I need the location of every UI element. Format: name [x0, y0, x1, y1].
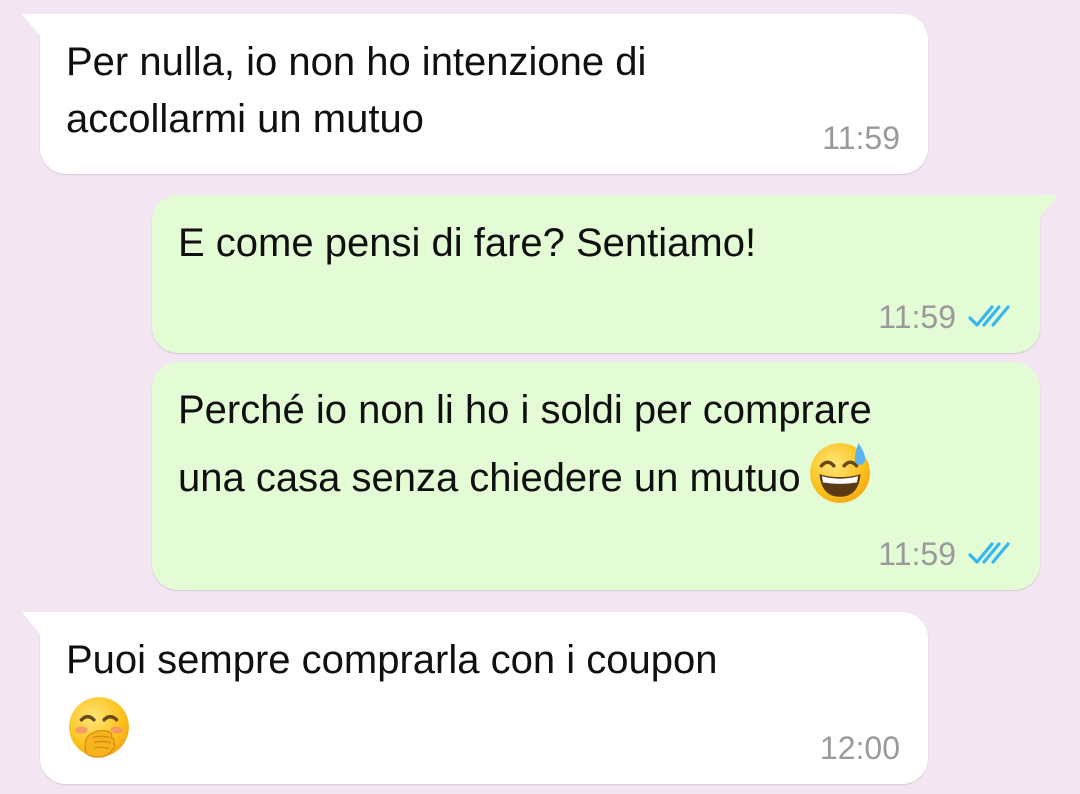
message-text: Puoi sempre comprarla con i coupon: [66, 632, 904, 760]
message-bubble-incoming[interactable]: Per nulla, io non ho intenzione di accol…: [22, 14, 928, 174]
bubble-tail: [22, 14, 40, 36]
message-meta: 11:59: [822, 122, 900, 154]
message-meta: 11:59: [878, 538, 1012, 570]
chat-screen: { "colors": { "background": "#f3e5f1", "…: [0, 0, 1080, 794]
double-check-read-icon: [968, 304, 1012, 330]
face-with-hand-over-mouth-emoji: [66, 694, 132, 760]
grinning-face-with-sweat-emoji: [807, 439, 873, 505]
message-text: Perché io non li ho i soldi per comprare…: [178, 382, 1016, 507]
message-bubble-incoming[interactable]: Puoi sempre comprarla con i coupon 12:00: [22, 612, 928, 784]
message-bubble-outgoing[interactable]: Perché io non li ho i soldi per comprare…: [152, 362, 1040, 590]
message-text: Per nulla, io non ho intenzione di accol…: [66, 40, 647, 141]
message-timestamp: 11:59: [822, 120, 900, 156]
message-timestamp: 12:00: [819, 730, 900, 766]
double-check-read-icon: [968, 541, 1012, 567]
bubble-tail: [1040, 195, 1058, 217]
bubble-tail: [22, 612, 40, 634]
message-bubble-outgoing[interactable]: E come pensi di fare? Sentiamo! 11:59: [152, 195, 1058, 353]
message-meta: 12:00: [820, 732, 900, 764]
message-timestamp: 11:59: [878, 299, 956, 335]
message-text: E come pensi di fare? Sentiamo!: [178, 221, 757, 265]
message-meta: 11:59: [878, 301, 1012, 333]
message-timestamp: 11:59: [878, 536, 956, 572]
